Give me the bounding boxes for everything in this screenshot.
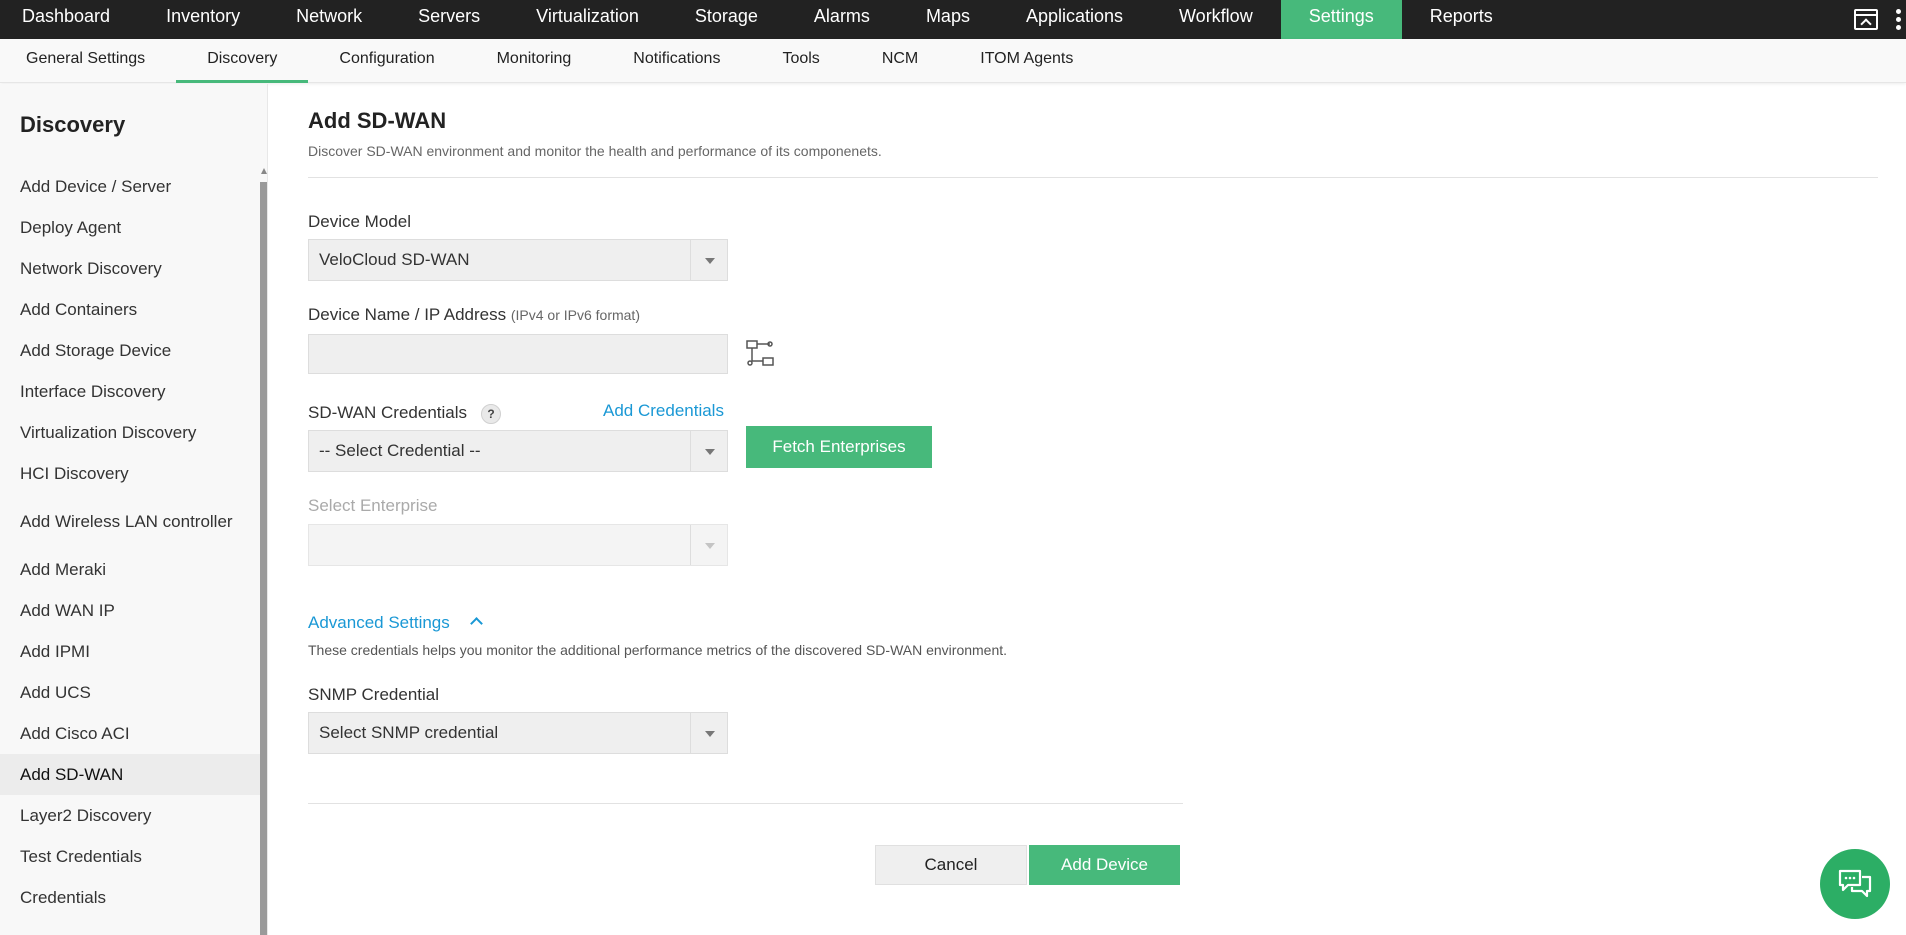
fetch-enterprises-button[interactable]: Fetch Enterprises: [746, 426, 932, 468]
snmp-credential-select[interactable]: Select SNMP credential: [308, 712, 728, 754]
nav-settings[interactable]: Settings: [1280, 0, 1402, 39]
add-device-button[interactable]: Add Device: [1029, 845, 1180, 885]
sidebar-item-add-device-server[interactable]: Add Device / Server: [0, 166, 260, 207]
sidebar-item-add-sd-wan[interactable]: Add SD-WAN: [0, 754, 260, 795]
sidebar-item-network-discovery[interactable]: Network Discovery: [0, 248, 260, 289]
kebab-menu-icon[interactable]: [1896, 9, 1902, 30]
device-model-value: VeloCloud SD-WAN: [319, 250, 470, 269]
chevron-down-icon: [690, 431, 727, 471]
nav-dashboard[interactable]: Dashboard: [0, 0, 138, 39]
tab-general-settings[interactable]: General Settings: [0, 39, 176, 83]
scroll-thumb[interactable]: [260, 182, 267, 935]
sidebar-item-add-ipmi[interactable]: Add IPMI: [0, 631, 260, 672]
sidebar-title: Discovery: [20, 112, 126, 137]
sidebar-item-credentials[interactable]: Credentials: [0, 877, 260, 918]
select-enterprise-label: Select Enterprise: [308, 496, 438, 515]
tab-ncm[interactable]: NCM: [851, 39, 949, 83]
sidebar-item-virtualization-discovery[interactable]: Virtualization Discovery: [0, 412, 260, 453]
nav-reports[interactable]: Reports: [1402, 0, 1521, 39]
top-nav-right: [1854, 0, 1906, 39]
chevron-down-icon: [690, 713, 727, 753]
device-model-select[interactable]: VeloCloud SD-WAN: [308, 239, 728, 281]
device-name-label: Device Name / IP Address (IPv4 or IPv6 f…: [308, 305, 640, 325]
sidebar-item-add-storage-device[interactable]: Add Storage Device: [0, 330, 260, 371]
sidebar-item-interface-discovery[interactable]: Interface Discovery: [0, 371, 260, 412]
tab-discovery[interactable]: Discovery: [176, 39, 309, 83]
sidebar-item-test-credentials[interactable]: Test Credentials: [0, 836, 260, 877]
page-title: Add SD-WAN: [308, 108, 447, 133]
sidebar-item-add-wireless-lan-controller[interactable]: Add Wireless LAN controller: [0, 494, 260, 549]
tab-itom-agents[interactable]: ITOM Agents: [949, 39, 1104, 83]
nav-inventory[interactable]: Inventory: [138, 0, 268, 39]
chevron-up-icon[interactable]: [470, 617, 483, 630]
form-divider: [308, 803, 1183, 804]
device-name-label-text: Device Name / IP Address: [308, 305, 507, 324]
sidebar-item-add-wan-ip[interactable]: Add WAN IP: [0, 590, 260, 631]
sdwan-credentials-value: -- Select Credential --: [319, 441, 481, 460]
nav-workflow[interactable]: Workflow: [1151, 0, 1281, 39]
sidebar-item-add-cisco-aci[interactable]: Add Cisco ACI: [0, 713, 260, 754]
nav-network[interactable]: Network: [268, 0, 390, 39]
sidebar: Discovery Add Device / Server Deploy Age…: [0, 84, 268, 935]
snmp-credential-value: Select SNMP credential: [319, 723, 499, 742]
device-name-hint: (IPv4 or IPv6 format): [510, 307, 640, 323]
chat-icon: [1838, 869, 1872, 898]
sidebar-item-deploy-agent[interactable]: Deploy Agent: [0, 207, 260, 248]
select-enterprise-select[interactable]: [308, 524, 728, 566]
chat-button[interactable]: [1820, 849, 1890, 919]
sidebar-item-hci-discovery[interactable]: HCI Discovery: [0, 453, 260, 494]
sidebar-item-layer2-discovery[interactable]: Layer2 Discovery: [0, 795, 260, 836]
window-icon[interactable]: [1854, 9, 1878, 30]
nav-maps[interactable]: Maps: [898, 0, 998, 39]
sidebar-item-add-containers[interactable]: Add Containers: [0, 289, 260, 330]
nav-virtualization[interactable]: Virtualization: [508, 0, 667, 39]
top-nav: Dashboard Inventory Network Servers Virt…: [0, 0, 1906, 39]
advanced-settings-description: These credentials helps you monitor the …: [308, 642, 1008, 658]
chevron-down-icon: [690, 240, 727, 280]
divider: [308, 177, 1878, 178]
sub-nav: General Settings Discovery Configuration…: [0, 39, 1906, 83]
nav-servers[interactable]: Servers: [390, 0, 508, 39]
page-description: Discover SD-WAN environment and monitor …: [308, 143, 882, 159]
advanced-settings-toggle[interactable]: Advanced Settings: [308, 613, 450, 633]
device-model-label: Device Model: [308, 212, 411, 231]
sidebar-list: Add Device / Server Deploy Agent Network…: [0, 166, 260, 918]
network-topology-icon[interactable]: [746, 339, 774, 367]
tab-notifications[interactable]: Notifications: [602, 39, 751, 83]
sdwan-credentials-select[interactable]: -- Select Credential --: [308, 430, 728, 472]
nav-applications[interactable]: Applications: [998, 0, 1151, 39]
help-icon[interactable]: ?: [481, 404, 501, 424]
sidebar-item-add-ucs[interactable]: Add UCS: [0, 672, 260, 713]
sidebar-scrollbar[interactable]: [260, 166, 267, 935]
tab-monitoring[interactable]: Monitoring: [466, 39, 603, 83]
nav-storage[interactable]: Storage: [667, 0, 786, 39]
device-name-input[interactable]: [308, 334, 728, 374]
sdwan-credentials-label: SD-WAN Credentials: [308, 403, 468, 422]
chevron-down-icon: [690, 525, 727, 565]
scroll-up-arrow-icon[interactable]: [261, 168, 267, 174]
sidebar-item-add-meraki[interactable]: Add Meraki: [0, 549, 260, 590]
nav-alarms[interactable]: Alarms: [786, 0, 898, 39]
add-credentials-link[interactable]: Add Credentials: [603, 401, 724, 421]
tab-tools[interactable]: Tools: [751, 39, 850, 83]
snmp-credential-label: SNMP Credential: [308, 685, 440, 704]
tab-configuration[interactable]: Configuration: [308, 39, 465, 83]
cancel-button[interactable]: Cancel: [875, 845, 1027, 885]
